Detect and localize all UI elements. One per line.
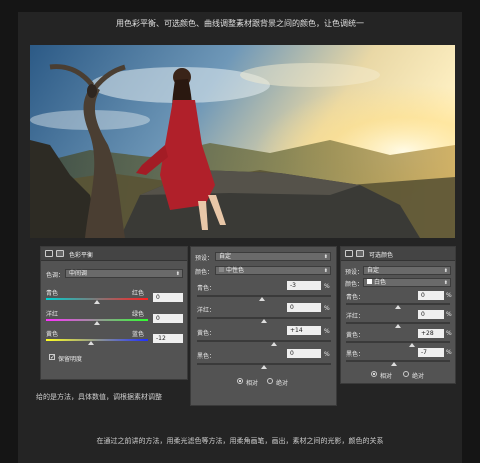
unit-label: %	[324, 328, 330, 335]
yellow-blue-track	[46, 339, 148, 341]
yellow-track	[197, 340, 331, 342]
cyan-value[interactable]: 0	[418, 291, 444, 300]
cyan-thumb[interactable]	[259, 297, 265, 301]
selective-color-panel-neutrals: 预设： 自定 ⬍ 颜色： 中性色 ⬍ 青色： -3 % 洋红： 0 % 黄色： …	[190, 246, 337, 406]
magenta-green-value[interactable]: 0	[153, 314, 183, 323]
cyan-value[interactable]: -3	[287, 281, 321, 290]
slider-left-label: 黄色	[46, 331, 59, 338]
preset-dropdown[interactable]: 自定 ⬍	[215, 252, 331, 261]
slider-right-label: 红色	[132, 290, 145, 297]
magenta-thumb[interactable]	[261, 319, 267, 323]
selective-color-icon	[345, 250, 353, 257]
relative-label: 相对	[380, 373, 393, 380]
tone-label: 色调：	[46, 272, 65, 279]
layer-mask-icon	[56, 250, 64, 257]
unit-label: %	[446, 349, 452, 356]
bottom-caption: 在通过之前讲的方法，用柔光滤色等方法，用柔角画笔，画出，素材之间的光影，颜色的关…	[96, 437, 384, 445]
black-label: 黑色：	[346, 351, 365, 358]
black-value[interactable]: -7	[418, 348, 444, 357]
preset-value: 自定	[367, 267, 380, 274]
yellow-blue-thumb[interactable]	[88, 341, 94, 345]
yellow-label: 黄色：	[346, 332, 365, 339]
absolute-radio[interactable]	[267, 378, 273, 384]
panel-title: 可选颜色	[369, 252, 394, 259]
color-dropdown[interactable]: 中性色 ⬍	[215, 266, 331, 275]
cyan-label: 青色：	[197, 285, 216, 292]
color-dropdown[interactable]: 白色 ⬍	[363, 278, 451, 287]
preserve-luminosity-checkbox[interactable]: ✓	[49, 354, 55, 361]
preset-value: 自定	[219, 253, 232, 260]
yellow-value[interactable]: +14	[287, 326, 321, 335]
unit-label: %	[324, 283, 330, 290]
magenta-label: 洋红：	[197, 307, 216, 314]
cyan-thumb[interactable]	[395, 305, 401, 309]
cyan-red-thumb[interactable]	[94, 300, 100, 304]
chevron-down-icon: ⬍	[323, 268, 328, 274]
tone-dropdown[interactable]: 中间调 ⬍	[65, 269, 183, 278]
black-value[interactable]: 0	[287, 349, 321, 358]
unit-label: %	[446, 292, 452, 299]
selective-color-panel-whites: 可选颜色 预设： 自定 ⬍ 颜色： 白色 ⬍ 青色： 0 % 洋红： 0 % 黄…	[340, 246, 456, 384]
chevron-down-icon: ⬍	[175, 271, 180, 277]
magenta-green-thumb[interactable]	[94, 321, 100, 325]
yellow-blue-value[interactable]: -12	[153, 334, 183, 343]
magenta-thumb[interactable]	[395, 324, 401, 328]
mid-caption: 给的是方法，具体数值，调根据素材调整	[36, 393, 162, 401]
color-label: 颜色：	[195, 269, 214, 276]
unit-label: %	[324, 305, 330, 312]
unit-label: %	[446, 330, 452, 337]
panel-title: 色彩平衡	[69, 252, 94, 259]
magenta-label: 洋红：	[346, 313, 365, 320]
magenta-value[interactable]: 0	[287, 303, 321, 312]
unit-label: %	[446, 311, 452, 318]
absolute-label: 绝对	[412, 373, 425, 380]
black-thumb[interactable]	[261, 365, 267, 369]
preset-label: 预设：	[345, 269, 364, 276]
relative-label: 相对	[246, 380, 259, 387]
color-value: 中性色	[226, 267, 245, 274]
chevron-down-icon: ⬍	[443, 280, 448, 286]
absolute-radio[interactable]	[403, 371, 409, 377]
relative-radio[interactable]	[371, 371, 377, 377]
selective-color-header: 可选颜色	[341, 247, 455, 261]
slider-right-label: 绿色	[132, 311, 145, 318]
unit-label: %	[324, 351, 330, 358]
black-thumb[interactable]	[391, 362, 397, 366]
color-balance-panel: 色彩平衡 色调： 中间调 ⬍ 青色 红色 0 洋红 绿色 0 黄色 蓝色 -12…	[40, 246, 188, 380]
cyan-red-value[interactable]: 0	[153, 293, 183, 302]
absolute-label: 绝对	[276, 380, 289, 387]
color-balance-header: 色彩平衡	[41, 247, 187, 261]
color-swatch	[367, 279, 372, 284]
chevron-down-icon: ⬍	[443, 268, 448, 274]
preset-label: 预设：	[195, 255, 214, 262]
color-swatch	[219, 267, 224, 272]
yellow-thumb[interactable]	[271, 342, 277, 346]
preserve-luminosity-label: 保留明度	[58, 356, 83, 363]
black-track	[346, 360, 450, 362]
magenta-value[interactable]: 0	[418, 310, 444, 319]
yellow-label: 黄色：	[197, 330, 216, 337]
slider-right-label: 蓝色	[132, 331, 145, 338]
relative-radio[interactable]	[237, 378, 243, 384]
yellow-track	[346, 341, 450, 343]
yellow-thumb[interactable]	[409, 343, 415, 347]
black-label: 黑色：	[197, 353, 216, 360]
yellow-value[interactable]: +28	[418, 329, 444, 338]
layer-mask-icon	[356, 250, 364, 257]
top-caption: 用色彩平衡、可选颜色、曲线调整素材跟背景之间的颜色，让色调统一	[116, 19, 364, 28]
balance-scale-icon	[45, 250, 53, 257]
slider-left-label: 青色	[46, 290, 59, 297]
color-label: 颜色：	[345, 281, 364, 288]
slider-left-label: 洋红	[46, 311, 59, 318]
cyan-label: 青色：	[346, 294, 365, 301]
color-value: 白色	[374, 279, 387, 286]
composite-photo	[30, 45, 455, 238]
preset-dropdown[interactable]: 自定 ⬍	[363, 266, 451, 275]
tone-value: 中间调	[69, 270, 88, 277]
chevron-down-icon: ⬍	[323, 254, 328, 260]
